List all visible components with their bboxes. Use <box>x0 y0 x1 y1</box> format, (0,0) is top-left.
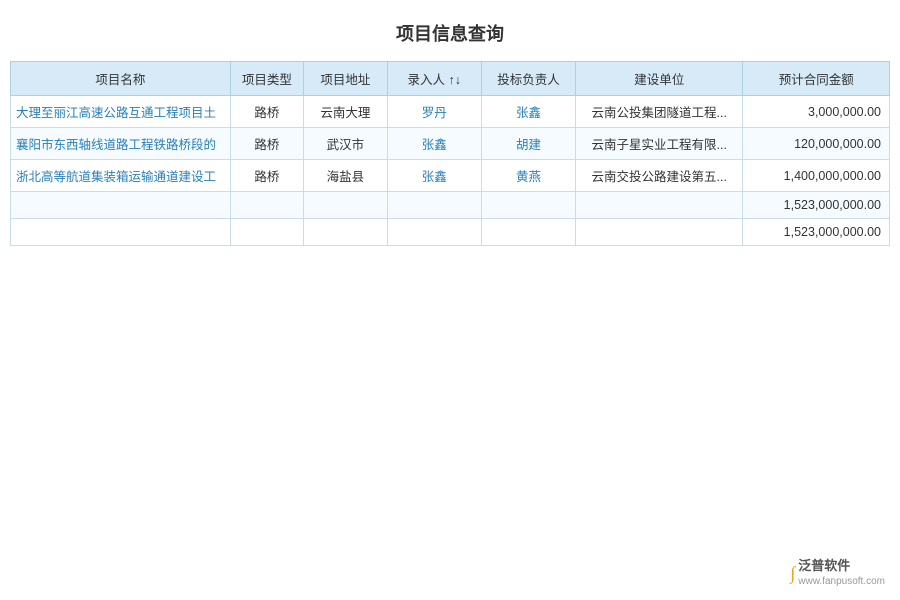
header-builder: 建设单位 <box>576 62 743 96</box>
project-table: 项目名称 项目类型 项目地址 录入人 ↑↓ 投标负责人 建设单位 预计合同金额 … <box>10 61 890 246</box>
table-container: 项目名称 项目类型 项目地址 录入人 ↑↓ 投标负责人 建设单位 预计合同金额 … <box>10 61 890 246</box>
table-cell: 云南交投公路建设第五... <box>576 160 743 192</box>
table-header-row: 项目名称 项目类型 项目地址 录入人 ↑↓ 投标负责人 建设单位 预计合同金额 <box>11 62 890 96</box>
total-empty-cell <box>304 219 388 246</box>
header-bidder: 投标负责人 <box>481 62 575 96</box>
total-empty-cell <box>230 219 303 246</box>
page-title: 项目信息查询 <box>0 0 900 61</box>
subtotal-empty-cell <box>11 192 231 219</box>
table-row: 浙北高等航道集装箱运输通道建设工路桥海盐县张鑫黄燕云南交投公路建设第五...1,… <box>11 160 890 192</box>
table-cell: 路桥 <box>230 96 303 128</box>
header-name: 项目名称 <box>11 62 231 96</box>
subtotal-empty-cell <box>387 192 481 219</box>
table-cell[interactable]: 襄阳市东西轴线道路工程铁路桥段的 <box>11 128 231 160</box>
watermark-logo: ∫ 泛普软件 www.fanpusoft.com <box>790 558 885 588</box>
table-cell: 路桥 <box>230 160 303 192</box>
table-cell: 海盐县 <box>304 160 388 192</box>
subtotal-empty-cell <box>230 192 303 219</box>
table-cell[interactable]: 浙北高等航道集装箱运输通道建设工 <box>11 160 231 192</box>
watermark-main: 泛普软件 <box>798 558 885 575</box>
header-address: 项目地址 <box>304 62 388 96</box>
watermark: ∫ 泛普软件 www.fanpusoft.com <box>790 558 885 588</box>
table-cell[interactable]: 罗丹 <box>387 96 481 128</box>
table-cell: 120,000,000.00 <box>743 128 890 160</box>
header-amount: 预计合同金额 <box>743 62 890 96</box>
table-cell: 3,000,000.00 <box>743 96 890 128</box>
table-cell[interactable]: 大理至丽江高速公路互通工程项目土 <box>11 96 231 128</box>
table-cell: 云南大理 <box>304 96 388 128</box>
header-type: 项目类型 <box>230 62 303 96</box>
header-enterer[interactable]: 录入人 ↑↓ <box>387 62 481 96</box>
total-empty-cell <box>387 219 481 246</box>
watermark-icon: ∫ <box>790 563 795 584</box>
total-amount: 1,523,000,000.00 <box>743 219 890 246</box>
table-cell: 武汉市 <box>304 128 388 160</box>
table-cell[interactable]: 胡建 <box>481 128 575 160</box>
subtotal-row: 1,523,000,000.00 <box>11 192 890 219</box>
subtotal-empty-cell <box>576 192 743 219</box>
watermark-url: www.fanpusoft.com <box>798 575 885 588</box>
table-cell[interactable]: 张鑫 <box>387 160 481 192</box>
subtotal-empty-cell <box>481 192 575 219</box>
table-cell: 1,400,000,000.00 <box>743 160 890 192</box>
table-cell[interactable]: 张鑫 <box>481 96 575 128</box>
subtotal-empty-cell <box>304 192 388 219</box>
table-row: 襄阳市东西轴线道路工程铁路桥段的路桥武汉市张鑫胡建云南子星实业工程有限...12… <box>11 128 890 160</box>
table-cell: 云南公投集团隧道工程... <box>576 96 743 128</box>
table-cell: 云南子星实业工程有限... <box>576 128 743 160</box>
table-cell[interactable]: 张鑫 <box>387 128 481 160</box>
total-empty-cell <box>11 219 231 246</box>
subtotal-amount: 1,523,000,000.00 <box>743 192 890 219</box>
watermark-text-group: 泛普软件 www.fanpusoft.com <box>798 558 885 588</box>
total-row: 1,523,000,000.00 <box>11 219 890 246</box>
total-empty-cell <box>481 219 575 246</box>
table-cell[interactable]: 黄燕 <box>481 160 575 192</box>
total-empty-cell <box>576 219 743 246</box>
table-cell: 路桥 <box>230 128 303 160</box>
table-row: 大理至丽江高速公路互通工程项目土路桥云南大理罗丹张鑫云南公投集团隧道工程...3… <box>11 96 890 128</box>
